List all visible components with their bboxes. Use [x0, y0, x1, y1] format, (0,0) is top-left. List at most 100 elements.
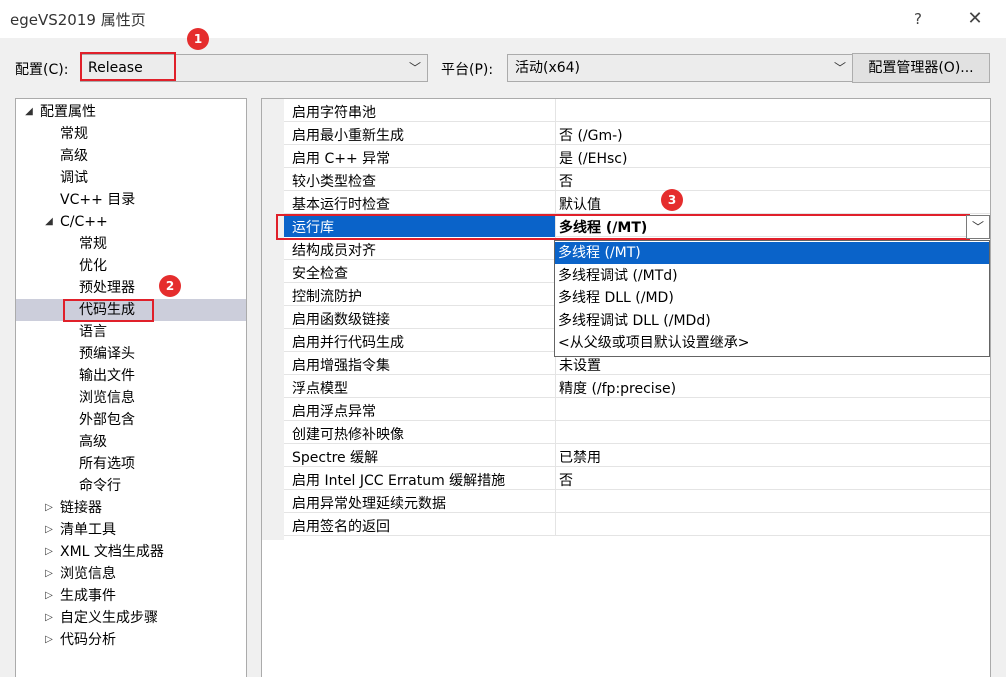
property-value[interactable]: 未设置: [559, 355, 601, 375]
tree-item[interactable]: 输出文件: [16, 365, 246, 387]
tree-item-label: 自定义生成步骤: [60, 610, 158, 626]
collapsed-arrow-icon[interactable]: ▷: [42, 585, 56, 607]
property-value[interactable]: 已禁用: [559, 447, 601, 467]
collapsed-arrow-icon[interactable]: ▷: [42, 497, 56, 519]
property-name: 启用并行代码生成: [292, 335, 404, 351]
tree-item[interactable]: ▷ 生成事件: [16, 585, 246, 607]
collapsed-arrow-icon[interactable]: ▷: [42, 541, 56, 563]
tree-item-label: 常规: [60, 126, 88, 142]
property-row[interactable]: 启用浮点异常: [284, 398, 990, 421]
property-grid[interactable]: 启用字符串池启用最小重新生成 否 (/Gm-) 启用 C++ 异常 是 (/EHsc)…: [261, 98, 991, 677]
property-tree[interactable]: ◢ 配置属性 常规 高级 调试 VC++ 目录 ◢ C/C++ 常规 优化 预处理器 代码生成 语言 预编…: [15, 98, 247, 677]
tree-item[interactable]: ▷ XML 文档生成器: [16, 541, 246, 563]
close-button[interactable]: ✕: [958, 4, 992, 34]
collapsed-arrow-icon[interactable]: ▷: [42, 519, 56, 541]
tree-item-label: 高级: [60, 148, 88, 164]
property-row[interactable]: 启用字符串池: [284, 99, 990, 122]
column-divider: [555, 444, 556, 467]
collapsed-arrow-icon[interactable]: ▷: [42, 629, 56, 651]
tree-item-label: XML 文档生成器: [60, 544, 164, 560]
tree-item-label: 预编译头: [79, 346, 135, 362]
property-name: 启用 C++ 异常: [292, 151, 391, 167]
property-value[interactable]: 否: [559, 171, 573, 191]
tree-item-label: 生成事件: [60, 588, 116, 604]
dropdown-toggle-button[interactable]: ﹀: [966, 215, 990, 239]
property-value[interactable]: 默认值: [559, 194, 601, 214]
tree-item[interactable]: 预处理器: [16, 277, 246, 299]
tree-item[interactable]: ◢ C/C++: [16, 211, 246, 233]
chevron-down-icon: ﹀: [408, 61, 421, 75]
property-row[interactable]: 启用最小重新生成 否 (/Gm-): [284, 122, 990, 145]
config-manager-button[interactable]: 配置管理器(O)...: [852, 53, 990, 83]
dropdown-option[interactable]: 多线程 (/MT): [555, 242, 989, 264]
expanded-arrow-icon[interactable]: ◢: [22, 101, 36, 123]
property-name: 浮点模型: [292, 381, 348, 397]
expanded-arrow-icon[interactable]: ◢: [42, 211, 56, 233]
property-value[interactable]: 否: [559, 470, 573, 490]
highlight-box-code-generation: [63, 299, 154, 322]
property-name: 启用字符串池: [292, 105, 376, 121]
chevron-down-icon: ﹀: [833, 61, 846, 75]
platform-value: 活动(x64): [515, 60, 581, 76]
platform-label: 平台(P):: [441, 62, 494, 78]
property-row[interactable]: 启用异常处理延续元数据: [284, 490, 990, 513]
property-row[interactable]: Spectre 缓解 已禁用: [284, 444, 990, 467]
property-name: 控制流防护: [292, 289, 362, 305]
chevron-down-icon: ﹀: [971, 220, 984, 234]
property-row[interactable]: 创建可热修补映像: [284, 421, 990, 444]
tree-item[interactable]: 外部包含: [16, 409, 246, 431]
dropdown-option[interactable]: 多线程调试 DLL (/MDd): [555, 310, 989, 332]
runtime-library-dropdown[interactable]: 多线程 (/MT) 多线程调试 (/MTd) 多线程 DLL (/MD) 多线程调试 …: [554, 240, 990, 357]
tree-item[interactable]: 常规: [16, 233, 246, 255]
property-row[interactable]: 启用 C++ 异常 是 (/EHsc): [284, 145, 990, 168]
tree-item-label: 所有选项: [79, 456, 135, 472]
property-name: 安全检查: [292, 266, 348, 282]
platform-combobox[interactable]: 活动(x64) ﹀: [507, 54, 853, 82]
property-value[interactable]: 否 (/Gm-): [559, 125, 623, 145]
tree-item[interactable]: VC++ 目录: [16, 189, 246, 211]
tree-item[interactable]: 调试: [16, 167, 246, 189]
tree-item[interactable]: 浏览信息: [16, 387, 246, 409]
property-row[interactable]: 基本运行时检查 默认值: [284, 191, 990, 214]
collapsed-arrow-icon[interactable]: ▷: [42, 607, 56, 629]
property-name: 启用最小重新生成: [292, 128, 404, 144]
property-name: 结构成员对齐: [292, 243, 376, 259]
property-row[interactable]: 启用签名的返回: [284, 513, 990, 536]
collapsed-arrow-icon[interactable]: ▷: [42, 563, 56, 585]
tree-item[interactable]: 优化: [16, 255, 246, 277]
dropdown-option[interactable]: <从父级或项目默认设置继承>: [555, 332, 989, 354]
tree-item-label: 浏览信息: [60, 566, 116, 582]
tree-item-label: 命令行: [79, 478, 121, 494]
tree-item[interactable]: 语言: [16, 321, 246, 343]
dropdown-option[interactable]: 多线程调试 (/MTd): [555, 265, 989, 287]
column-divider: [555, 168, 556, 191]
tree-item-label: 调试: [60, 170, 88, 186]
tree-item[interactable]: ▷ 清单工具: [16, 519, 246, 541]
property-value[interactable]: 是 (/EHsc): [559, 148, 627, 168]
tree-item[interactable]: ◢ 配置属性: [16, 101, 246, 123]
config-label: 配置(C):: [15, 62, 69, 78]
tree-item[interactable]: ▷ 自定义生成步骤: [16, 607, 246, 629]
highlight-box-config: [80, 52, 176, 81]
help-button[interactable]: ?: [904, 4, 932, 34]
property-row[interactable]: 浮点模型 精度 (/fp:precise): [284, 375, 990, 398]
property-row[interactable]: 启用 Intel JCC Erratum 缓解措施 否: [284, 467, 990, 490]
tree-item[interactable]: ▷ 浏览信息: [16, 563, 246, 585]
tree-item[interactable]: 所有选项: [16, 453, 246, 475]
property-name: 创建可热修补映像: [292, 427, 404, 443]
tree-item-label: 高级: [79, 434, 107, 450]
tree-item[interactable]: 命令行: [16, 475, 246, 497]
tree-item[interactable]: 常规: [16, 123, 246, 145]
tree-item[interactable]: ▷ 代码分析: [16, 629, 246, 651]
tree-item[interactable]: 高级: [16, 431, 246, 453]
tree-item[interactable]: 高级: [16, 145, 246, 167]
property-row[interactable]: 较小类型检查 否: [284, 168, 990, 191]
tree-item[interactable]: ▷ 链接器: [16, 497, 246, 519]
tree-item[interactable]: 预编译头: [16, 343, 246, 365]
property-name: Spectre 缓解: [292, 450, 379, 466]
tree-item-label: 链接器: [60, 500, 102, 516]
badge-1: 1: [187, 28, 209, 50]
property-value[interactable]: 精度 (/fp:precise): [559, 378, 676, 398]
dropdown-option[interactable]: 多线程 DLL (/MD): [555, 287, 989, 309]
property-name: 启用 Intel JCC Erratum 缓解措施: [292, 473, 506, 489]
